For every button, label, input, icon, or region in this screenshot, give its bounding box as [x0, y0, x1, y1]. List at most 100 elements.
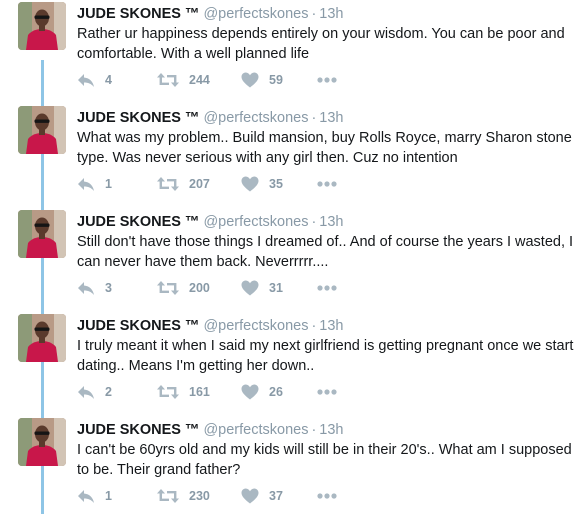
trademark-symbol: ™	[184, 214, 200, 230]
reply-button[interactable]: 2	[77, 382, 112, 402]
retweet-icon	[157, 488, 179, 504]
trademark-symbol: ™	[184, 6, 200, 22]
reply-button[interactable]: 1	[77, 174, 112, 194]
retweet-count: 161	[189, 385, 210, 399]
separator-dot: ·	[311, 214, 317, 230]
reply-count: 1	[105, 177, 112, 191]
reply-button[interactable]: 4	[77, 70, 112, 90]
reply-count: 3	[105, 281, 112, 295]
more-button[interactable]	[317, 70, 337, 90]
more-icon	[317, 493, 337, 499]
display-name[interactable]: JUDE SKONES	[77, 214, 181, 230]
display-name[interactable]: JUDE SKONES	[77, 422, 181, 438]
heart-icon	[241, 72, 259, 88]
retweet-button[interactable]: 161	[157, 382, 210, 402]
retweet-icon	[157, 72, 179, 88]
tweet-text: I truly meant it when I said my next gir…	[77, 338, 574, 374]
more-icon	[317, 285, 337, 291]
reply-icon	[77, 280, 95, 296]
reply-count: 2	[105, 385, 112, 399]
retweet-icon	[157, 384, 179, 400]
like-button[interactable]: 35	[241, 174, 283, 194]
reply-button[interactable]: 3	[77, 278, 112, 298]
retweet-icon	[157, 280, 179, 296]
retweet-icon	[157, 176, 179, 192]
separator-dot: ·	[311, 110, 317, 126]
tweet-header: JUDE SKONES ™ @perfectskones · 13h	[77, 318, 344, 334]
like-count: 59	[269, 73, 283, 87]
retweet-button[interactable]: 230	[157, 486, 210, 506]
tweet-text: Rather ur happiness depends entirely on …	[77, 26, 565, 62]
like-button[interactable]: 37	[241, 486, 283, 506]
avatar[interactable]	[18, 2, 66, 50]
tweet[interactable]: JUDE SKONES ™ @perfectskones · 13h I can't b…	[0, 416, 588, 520]
heart-icon	[241, 384, 259, 400]
tweet[interactable]: JUDE SKONES ™ @perfectskones · 13h I truly m…	[0, 312, 588, 416]
like-count: 35	[269, 177, 283, 191]
more-button[interactable]	[317, 382, 337, 402]
reply-icon	[77, 72, 95, 88]
like-button[interactable]: 59	[241, 70, 283, 90]
tweet-text: I can't be 60yrs old and my kids will st…	[77, 442, 572, 478]
avatar[interactable]	[18, 418, 66, 466]
trademark-symbol: ™	[184, 318, 200, 334]
separator-dot: ·	[311, 422, 317, 438]
more-button[interactable]	[317, 278, 337, 298]
like-button[interactable]: 26	[241, 382, 283, 402]
avatar[interactable]	[18, 106, 66, 154]
reply-icon	[77, 384, 95, 400]
retweet-count: 207	[189, 177, 210, 191]
tweet-header: JUDE SKONES ™ @perfectskones · 13h	[77, 214, 344, 230]
more-button[interactable]	[317, 486, 337, 506]
more-icon	[317, 181, 337, 187]
user-handle[interactable]: @perfectskones	[203, 422, 308, 438]
trademark-symbol: ™	[184, 422, 200, 438]
retweet-count: 230	[189, 489, 210, 503]
reply-count: 4	[105, 73, 112, 87]
timestamp[interactable]: 13h	[319, 6, 343, 22]
timestamp[interactable]: 13h	[319, 318, 343, 334]
more-button[interactable]	[317, 174, 337, 194]
timestamp[interactable]: 13h	[319, 214, 343, 230]
tweet-text: What was my problem.. Build mansion, buy…	[77, 130, 572, 166]
reply-button[interactable]: 1	[77, 486, 112, 506]
more-icon	[317, 77, 337, 83]
like-count: 37	[269, 489, 283, 503]
heart-icon	[241, 176, 259, 192]
user-handle[interactable]: @perfectskones	[203, 214, 308, 230]
retweet-count: 200	[189, 281, 210, 295]
display-name[interactable]: JUDE SKONES	[77, 110, 181, 126]
tweet-header: JUDE SKONES ™ @perfectskones · 13h	[77, 422, 344, 438]
retweet-button[interactable]: 200	[157, 278, 210, 298]
user-handle[interactable]: @perfectskones	[203, 110, 308, 126]
tweet[interactable]: JUDE SKONES ™ @perfectskones · 13h What was …	[0, 104, 588, 208]
retweet-button[interactable]: 244	[157, 70, 210, 90]
reply-icon	[77, 176, 95, 192]
avatar[interactable]	[18, 314, 66, 362]
avatar[interactable]	[18, 210, 66, 258]
tweet-header: JUDE SKONES ™ @perfectskones · 13h	[77, 110, 344, 126]
more-icon	[317, 389, 337, 395]
reply-icon	[77, 488, 95, 504]
tweet[interactable]: JUDE SKONES ™ @perfectskones · 13h Rather ur…	[0, 0, 588, 104]
timestamp[interactable]: 13h	[319, 110, 343, 126]
retweet-count: 244	[189, 73, 210, 87]
display-name[interactable]: JUDE SKONES	[77, 318, 181, 334]
tweet-text: Still don't have those things I dreamed …	[77, 234, 574, 270]
display-name[interactable]: JUDE SKONES	[77, 6, 181, 22]
tweet-header: JUDE SKONES ™ @perfectskones · 13h	[77, 6, 344, 22]
tweet[interactable]: JUDE SKONES ™ @perfectskones · 13h Still don…	[0, 208, 588, 312]
like-count: 31	[269, 281, 283, 295]
heart-icon	[241, 280, 259, 296]
like-button[interactable]: 31	[241, 278, 283, 298]
user-handle[interactable]: @perfectskones	[203, 6, 308, 22]
separator-dot: ·	[311, 6, 317, 22]
heart-icon	[241, 488, 259, 504]
separator-dot: ·	[311, 318, 317, 334]
like-count: 26	[269, 385, 283, 399]
timestamp[interactable]: 13h	[319, 422, 343, 438]
trademark-symbol: ™	[184, 110, 200, 126]
user-handle[interactable]: @perfectskones	[203, 318, 308, 334]
reply-count: 1	[105, 489, 112, 503]
retweet-button[interactable]: 207	[157, 174, 210, 194]
